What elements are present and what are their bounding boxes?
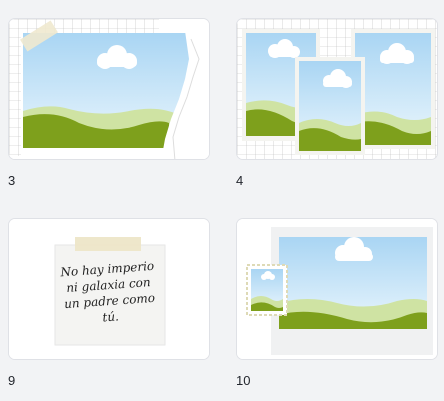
page-number: 9 bbox=[8, 373, 16, 388]
page-number: 3 bbox=[8, 173, 16, 188]
page-thumbnail-9[interactable]: No hay imperio ni galaxia con un padre c… bbox=[8, 218, 210, 360]
page-number: 4 bbox=[236, 173, 244, 188]
page-thumbnail-10[interactable] bbox=[236, 218, 438, 360]
collage-illustration bbox=[237, 19, 437, 159]
page-thumbnail-3[interactable] bbox=[8, 18, 210, 160]
photo-illustration bbox=[237, 219, 437, 359]
page-number: 10 bbox=[236, 373, 251, 388]
collage-illustration bbox=[9, 19, 209, 159]
quote-text: No hay imperio ni galaxia con un padre c… bbox=[60, 258, 156, 325]
page-thumbnail-4[interactable] bbox=[236, 18, 438, 160]
